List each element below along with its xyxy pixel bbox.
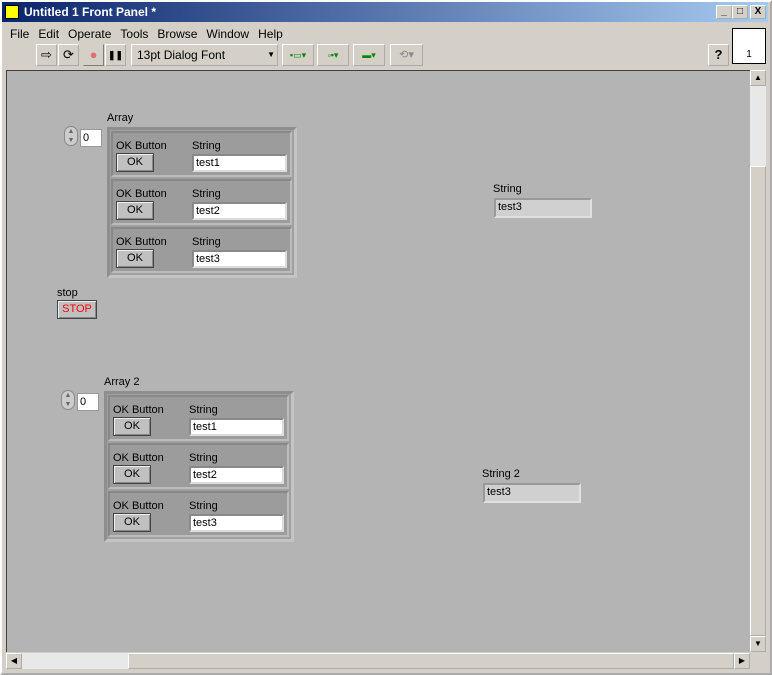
- run-continuously-button[interactable]: ⟳: [58, 44, 79, 66]
- title-bar: Untitled 1 Front Panel *: [2, 2, 768, 22]
- menu-browse[interactable]: Browse: [157, 25, 197, 43]
- string2-indicator: test3: [483, 483, 581, 503]
- array-element: OK Button String OK test3: [111, 227, 292, 273]
- connector-number: 1: [746, 49, 752, 60]
- scroll-down-button[interactable]: ▼: [750, 636, 766, 652]
- string-label: String: [192, 236, 221, 248]
- vertical-scroll-thumb[interactable]: [750, 166, 766, 636]
- ok-button[interactable]: OK: [116, 201, 154, 220]
- string-label: String: [189, 404, 218, 416]
- resize-icon: ▬▾: [362, 50, 376, 60]
- ok-button-label: OK Button: [113, 452, 164, 464]
- string-indicator-label: String: [493, 183, 522, 195]
- align-objects-button[interactable]: ▪▭▾: [282, 44, 314, 66]
- ok-button-label: OK Button: [113, 500, 164, 512]
- stop-button[interactable]: STOP: [57, 300, 97, 319]
- maximize-button[interactable]: □: [732, 5, 748, 19]
- array-element: OK Button String OK test3: [108, 491, 289, 537]
- connector-pane-icon[interactable]: 1: [732, 28, 766, 64]
- scroll-up-button[interactable]: ▲: [750, 70, 766, 86]
- distribute-objects-button[interactable]: ▫▪▾: [317, 44, 349, 66]
- stop-label: stop: [57, 287, 78, 299]
- labview-icon: [5, 5, 19, 19]
- menu-tools[interactable]: Tools: [120, 25, 148, 43]
- menu-edit[interactable]: Edit: [38, 25, 59, 43]
- string-label: String: [192, 140, 221, 152]
- string-indicator: test3: [494, 198, 592, 218]
- resize-objects-button[interactable]: ▬▾: [353, 44, 385, 66]
- reorder-icon: ⟲▾: [399, 49, 414, 61]
- array2-index-spinner[interactable]: ▲ ▼: [61, 390, 75, 410]
- string-label: String: [192, 188, 221, 200]
- array2-label: Array 2: [104, 376, 140, 388]
- menu-operate[interactable]: Operate: [68, 25, 111, 43]
- distribute-icon: ▫▪▾: [327, 50, 339, 60]
- menu-help[interactable]: Help: [258, 25, 283, 43]
- array-frame: OK Button String OK test1 OK Button Stri…: [107, 127, 297, 278]
- ok-button-label: OK Button: [116, 236, 167, 248]
- ok-button[interactable]: OK: [116, 153, 154, 172]
- ok-button[interactable]: OK: [116, 249, 154, 268]
- menu-file[interactable]: File: [10, 25, 29, 43]
- font-selector-value: 13pt Dialog Font: [137, 48, 226, 62]
- string-input[interactable]: test1: [189, 418, 284, 436]
- array-label: Array: [107, 112, 134, 124]
- ok-button[interactable]: OK: [113, 465, 151, 484]
- horizontal-scrollbar[interactable]: ◀ ▶: [6, 653, 750, 669]
- array2-frame: OK Button String OK test1 OK Button Stri…: [104, 391, 294, 542]
- string-label: String: [189, 500, 218, 512]
- string-input[interactable]: test2: [192, 202, 287, 220]
- ok-button-label: OK Button: [116, 188, 167, 200]
- vertical-scrollbar[interactable]: ▲ ▼: [750, 70, 766, 652]
- string-input[interactable]: test3: [189, 514, 284, 532]
- string-input[interactable]: test1: [192, 154, 287, 172]
- array-index-spinner[interactable]: ▲ ▼: [64, 126, 78, 146]
- scroll-right-button[interactable]: ▶: [734, 653, 750, 669]
- close-button[interactable]: X: [750, 5, 766, 19]
- array2-index-input[interactable]: 0: [77, 393, 99, 411]
- window-title: Untitled 1 Front Panel *: [24, 5, 157, 19]
- context-help-button[interactable]: ?: [708, 44, 729, 66]
- array-element: OK Button String OK test1: [111, 131, 292, 177]
- menu-bar: File Edit Operate Tools Browse Window He…: [10, 25, 283, 43]
- scroll-left-button[interactable]: ◀: [6, 653, 22, 669]
- horizontal-scroll-thumb[interactable]: [128, 653, 734, 669]
- string-label: String: [189, 452, 218, 464]
- run-button[interactable]: ⇨: [36, 44, 57, 66]
- array-element: OK Button String OK test2: [108, 443, 289, 489]
- ok-button-label: OK Button: [116, 140, 167, 152]
- ok-button[interactable]: OK: [113, 417, 151, 436]
- align-icon: ▪▭▾: [289, 50, 307, 60]
- string-input[interactable]: test3: [192, 250, 287, 268]
- string2-indicator-label: String 2: [482, 468, 520, 480]
- pause-button[interactable]: ❚❚: [105, 44, 126, 66]
- menu-window[interactable]: Window: [206, 25, 249, 43]
- ok-button-label: OK Button: [113, 404, 164, 416]
- string-input[interactable]: test2: [189, 466, 284, 484]
- font-selector[interactable]: 13pt Dialog Font ▼: [131, 44, 278, 66]
- array-element: OK Button String OK test1: [108, 395, 289, 441]
- ok-button[interactable]: OK: [113, 513, 151, 532]
- chevron-down-icon: ▼: [267, 50, 275, 59]
- reorder-button[interactable]: ⟲▾: [390, 44, 423, 66]
- abort-button[interactable]: ●: [83, 44, 104, 66]
- array-element: OK Button String OK test2: [111, 179, 292, 225]
- array-index-input[interactable]: 0: [80, 129, 102, 147]
- minimize-button[interactable]: _: [716, 5, 732, 19]
